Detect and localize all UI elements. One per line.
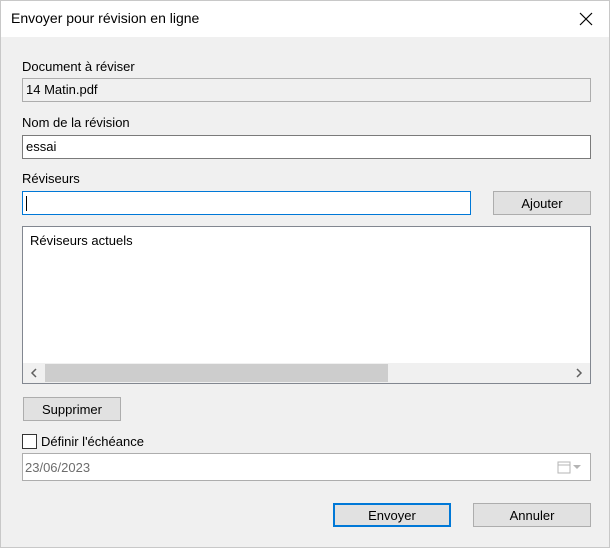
send-label: Envoyer [368, 507, 416, 523]
scroll-right-button[interactable] [568, 363, 590, 383]
review-name-label: Nom de la révision [22, 115, 130, 130]
document-field: 14 Matin.pdf [22, 78, 591, 102]
current-reviewers-header: Réviseurs actuels [30, 233, 133, 248]
chevron-right-icon [576, 368, 583, 378]
current-reviewers-list[interactable]: Réviseurs actuels [22, 226, 591, 384]
add-reviewer-button[interactable]: Ajouter [493, 191, 591, 215]
remove-reviewer-button[interactable]: Supprimer [23, 397, 121, 421]
review-name-input[interactable]: essai [22, 135, 591, 159]
window-title: Envoyer pour révision en ligne [11, 10, 200, 26]
reviewers-label: Réviseurs [22, 171, 80, 186]
set-deadline-checkbox[interactable] [22, 434, 37, 449]
cancel-button[interactable]: Annuler [473, 503, 591, 527]
reviewer-input[interactable] [22, 191, 471, 215]
close-button[interactable] [563, 1, 609, 37]
add-reviewer-label: Ajouter [521, 195, 563, 211]
chevron-left-icon [30, 368, 37, 378]
horizontal-scrollbar[interactable] [23, 363, 590, 383]
title-bar: Envoyer pour révision en ligne [1, 1, 609, 37]
review-name-value: essai [26, 139, 57, 154]
calendar-dropdown[interactable] [557, 460, 582, 474]
text-caret [26, 196, 27, 212]
set-deadline-label: Définir l'échéance [41, 434, 144, 449]
document-value: 14 Matin.pdf [26, 82, 98, 97]
chevron-down-icon [573, 465, 581, 469]
document-label: Document à réviser [22, 59, 135, 74]
scroll-left-button[interactable] [23, 363, 45, 383]
send-for-review-dialog: Envoyer pour révision en ligne Document … [0, 0, 610, 548]
deadline-date-value: 23/06/2023 [25, 460, 91, 475]
cancel-label: Annuler [509, 507, 555, 523]
calendar-icon [557, 461, 571, 474]
remove-reviewer-label: Supprimer [42, 401, 102, 417]
deadline-date-picker[interactable]: 23/06/2023 [22, 453, 591, 481]
scrollbar-thumb[interactable] [45, 364, 388, 382]
close-icon [579, 12, 593, 26]
send-button[interactable]: Envoyer [333, 503, 451, 527]
